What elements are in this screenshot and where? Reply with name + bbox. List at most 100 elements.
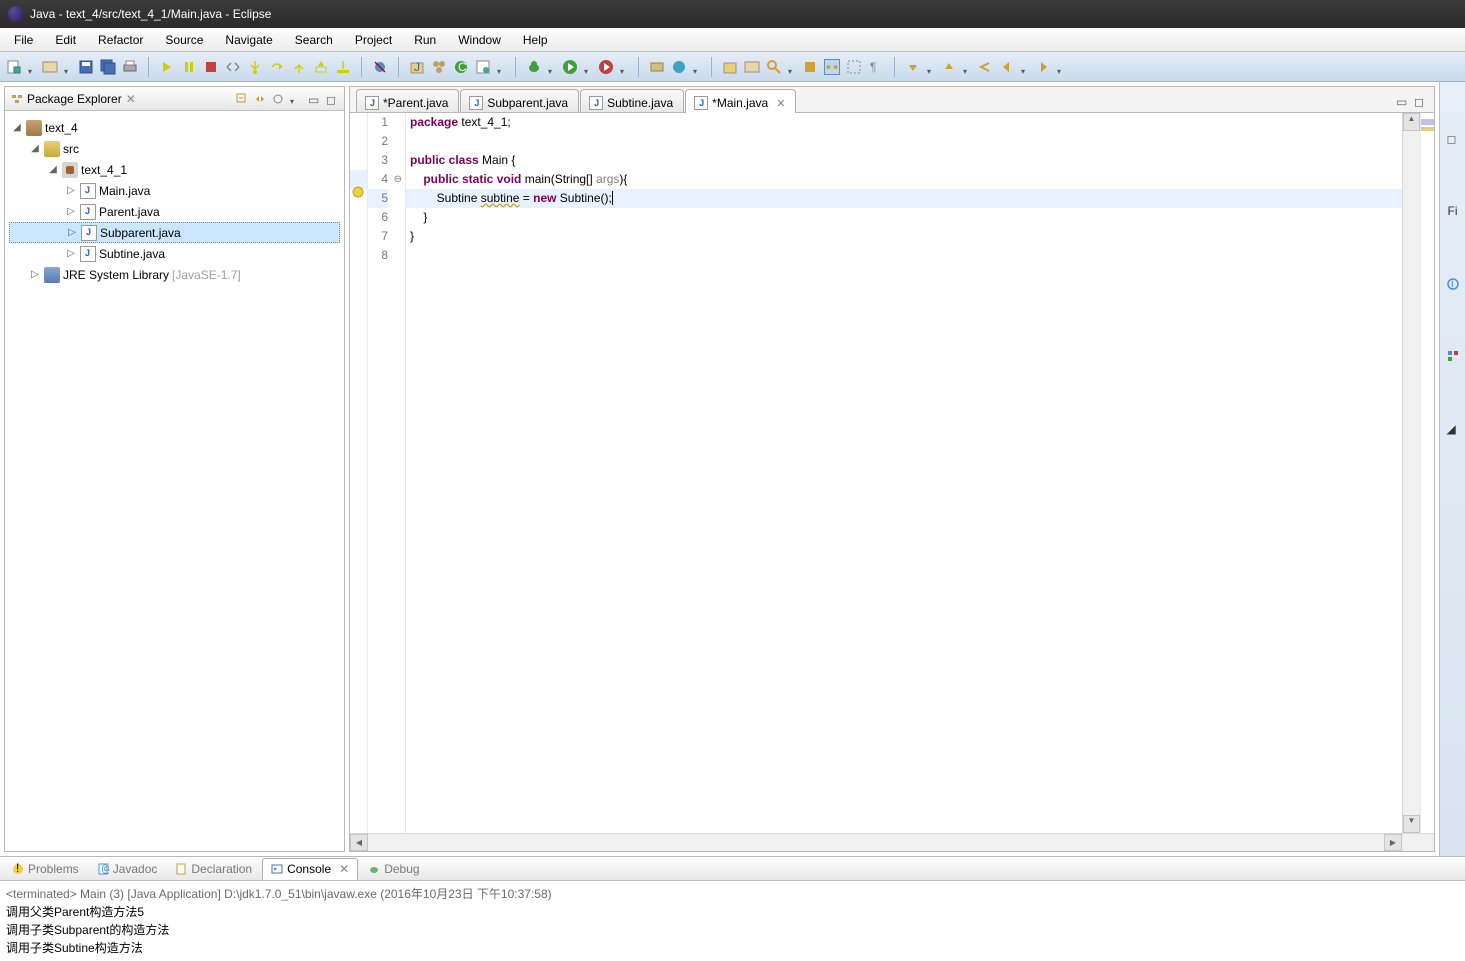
minimize-icon[interactable]: ▭ xyxy=(308,93,320,105)
tab-problems[interactable]: ! Problems xyxy=(4,859,87,879)
maximize-editor-icon[interactable]: ◻ xyxy=(1414,95,1426,107)
dropdown-icon[interactable] xyxy=(620,63,628,71)
dropdown-icon[interactable] xyxy=(497,63,505,71)
open-task-icon[interactable] xyxy=(722,59,738,75)
debug-icon[interactable] xyxy=(526,59,542,75)
menu-edit[interactable]: Edit xyxy=(45,30,86,50)
toggle-mark-icon[interactable] xyxy=(802,59,818,75)
tree-file-subtine[interactable]: ▷Subtine.java xyxy=(9,243,340,264)
forward-icon[interactable] xyxy=(1035,59,1051,75)
view-menu-icon[interactable] xyxy=(290,93,302,105)
menu-window[interactable]: Window xyxy=(448,30,511,50)
minimize-editor-icon[interactable]: ▭ xyxy=(1396,95,1408,107)
suspend-icon[interactable] xyxy=(181,59,197,75)
new-java-class-icon[interactable]: C xyxy=(453,59,469,75)
prev-annotation-icon[interactable] xyxy=(941,59,957,75)
tab-subparent[interactable]: Subparent.java xyxy=(460,89,579,112)
save-icon[interactable] xyxy=(78,59,94,75)
run-icon[interactable] xyxy=(562,59,578,75)
restore-icon[interactable]: ◻ xyxy=(1447,132,1459,144)
menu-help[interactable]: Help xyxy=(513,30,558,50)
collapse-all-icon[interactable] xyxy=(236,93,248,105)
tab-console[interactable]: Console ✕ xyxy=(262,858,358,880)
menu-refactor[interactable]: Refactor xyxy=(88,30,153,50)
new-server-icon[interactable] xyxy=(649,59,665,75)
back-icon[interactable] xyxy=(999,59,1015,75)
focus-task-icon[interactable] xyxy=(272,93,284,105)
dropdown-icon[interactable] xyxy=(788,63,796,71)
vertical-scrollbar[interactable]: ▲ ▼ xyxy=(1402,113,1420,833)
console-line: 调用子类Subparent的构造方法 xyxy=(6,921,1459,939)
menu-file[interactable]: File xyxy=(4,30,43,50)
dropdown-icon[interactable] xyxy=(1021,63,1029,71)
terminate-icon[interactable] xyxy=(203,59,219,75)
toggle-block-selection-icon[interactable] xyxy=(846,59,862,75)
skip-breakpoints-icon[interactable] xyxy=(372,59,388,75)
print-icon[interactable] xyxy=(122,59,138,75)
triangle-icon[interactable]: ◢ xyxy=(1447,422,1459,434)
create-dynamic-web-icon[interactable] xyxy=(671,59,687,75)
new-java-project-icon[interactable]: J xyxy=(409,59,425,75)
tab-parent[interactable]: *Parent.java xyxy=(356,89,459,112)
toggle-breadcrumb-icon[interactable] xyxy=(824,59,840,75)
drop-to-frame-icon[interactable] xyxy=(313,59,329,75)
console-output[interactable]: <terminated> Main (3) [Java Application]… xyxy=(0,881,1465,961)
dropdown-icon[interactable] xyxy=(1057,63,1065,71)
open-task2-icon[interactable] xyxy=(744,59,760,75)
tree-package[interactable]: ◢text_4_1 xyxy=(9,159,340,180)
dropdown-icon[interactable] xyxy=(548,63,556,71)
close-view-icon[interactable]: ✕ xyxy=(339,862,349,876)
disconnect-icon[interactable] xyxy=(225,59,241,75)
dropdown-icon[interactable] xyxy=(584,63,592,71)
close-view-icon[interactable]: ✕ xyxy=(126,92,136,106)
code-area[interactable]: package text_4_1; public class Main { pu… xyxy=(406,113,1402,833)
next-annotation-icon[interactable] xyxy=(905,59,921,75)
menu-project[interactable]: Project xyxy=(345,30,402,50)
link-editor-icon[interactable] xyxy=(254,93,266,105)
menu-search[interactable]: Search xyxy=(285,30,343,50)
dropdown-icon[interactable] xyxy=(64,63,72,71)
tab-javadoc[interactable]: @ Javadoc xyxy=(89,859,166,879)
save-all-icon[interactable] xyxy=(100,59,116,75)
dropdown-icon[interactable] xyxy=(927,63,935,71)
editor-body[interactable]: 1 2 3 4 5 6 7 8 package text_4_1; public… xyxy=(350,113,1434,833)
dropdown-icon[interactable] xyxy=(28,63,36,71)
new-java-package-icon[interactable] xyxy=(431,59,447,75)
console-tabs: ! Problems @ Javadoc Declaration Console… xyxy=(0,857,1465,881)
use-step-filters-icon[interactable] xyxy=(335,59,351,75)
tab-main[interactable]: *Main.java✕ xyxy=(685,89,796,113)
tree-file-main[interactable]: ▷Main.java xyxy=(9,180,340,201)
new-package-icon[interactable] xyxy=(42,59,58,75)
tree-project[interactable]: ◢text_4 xyxy=(9,117,340,138)
new-icon[interactable] xyxy=(6,59,22,75)
run-last-icon[interactable] xyxy=(598,59,614,75)
tab-subtine[interactable]: Subtine.java xyxy=(580,89,684,112)
menu-source[interactable]: Source xyxy=(155,30,213,50)
maximize-icon[interactable]: ◻ xyxy=(326,93,338,105)
tree-src[interactable]: ◢src xyxy=(9,138,340,159)
tree-file-subparent[interactable]: ▷Subparent.java xyxy=(9,222,340,243)
dropdown-icon[interactable] xyxy=(693,63,701,71)
tab-declaration[interactable]: Declaration xyxy=(167,859,260,879)
open-type-icon[interactable] xyxy=(475,59,491,75)
tree-jre[interactable]: ▷JRE System Library [JavaSE-1.7] xyxy=(9,264,340,285)
step-into-icon[interactable] xyxy=(247,59,263,75)
eclipse-logo-icon xyxy=(8,6,24,22)
step-over-icon[interactable] xyxy=(269,59,285,75)
show-whitespace-icon[interactable]: ¶ xyxy=(868,59,884,75)
search-icon[interactable] xyxy=(766,59,782,75)
resume-icon[interactable] xyxy=(159,59,175,75)
close-tab-icon[interactable]: ✕ xyxy=(776,97,785,110)
outline-icon[interactable] xyxy=(1447,350,1459,362)
tree-file-parent[interactable]: ▷Parent.java xyxy=(9,201,340,222)
step-return-icon[interactable] xyxy=(291,59,307,75)
menu-run[interactable]: Run xyxy=(404,30,446,50)
last-edit-location-icon[interactable] xyxy=(977,59,993,75)
horizontal-scrollbar[interactable]: ◀ ▶ xyxy=(350,833,1434,851)
menu-navigate[interactable]: Navigate xyxy=(215,30,282,50)
info-icon[interactable]: i xyxy=(1447,278,1459,290)
tab-debug[interactable]: Debug xyxy=(360,859,427,879)
fast-view-label[interactable]: Fi xyxy=(1448,204,1458,218)
overview-ruler[interactable] xyxy=(1420,113,1434,833)
dropdown-icon[interactable] xyxy=(963,63,971,71)
